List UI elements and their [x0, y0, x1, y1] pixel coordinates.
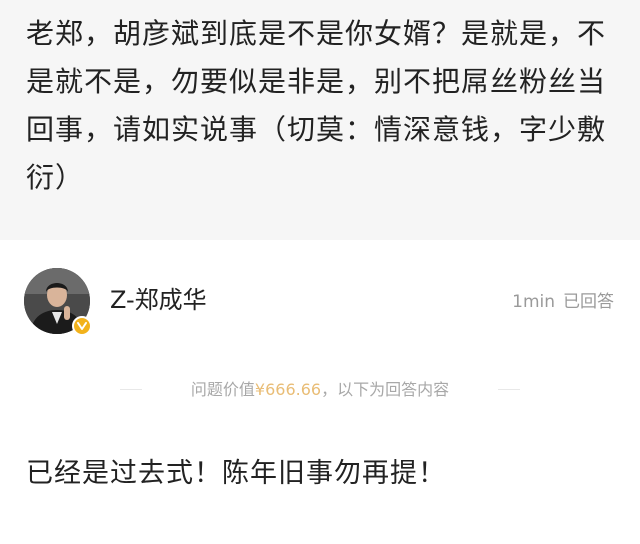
answer-meta: 1min 已回答 — [512, 290, 614, 314]
price-divider: 问题价值¥666.66，以下为回答内容 — [0, 375, 640, 405]
price-value: ¥666.66 — [254, 380, 322, 399]
answerer-name[interactable]: Z-郑成华 — [110, 284, 207, 316]
divider-line-right — [498, 389, 520, 390]
price-prefix: 问题价值 — [190, 380, 255, 399]
answer-text: 已经是过去式！陈年旧事勿再提！ — [26, 458, 446, 489]
price-suffix: ，以下为回答内容 — [321, 380, 450, 399]
question-card: 老郑，胡彦斌到底是不是你女婿？是就是，不是就不是，勿要似是非是，别不把屌丝粉丝当… — [0, 0, 640, 240]
answer-time: 1min — [512, 292, 555, 312]
answer-status: 已回答 — [563, 292, 614, 312]
question-price-line: 问题价值¥666.66，以下为回答内容 — [0, 379, 640, 401]
question-text: 老郑，胡彦斌到底是不是你女婿？是就是，不是就不是，勿要似是非是，别不把屌丝粉丝当… — [26, 17, 607, 194]
verified-badge-icon — [72, 316, 92, 336]
answer-header: Z-郑成华 1min 已回答 — [0, 262, 640, 342]
